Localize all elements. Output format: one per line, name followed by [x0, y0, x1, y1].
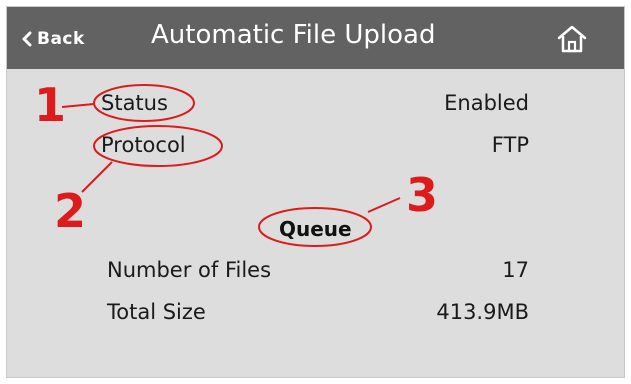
queue-heading: Queue: [279, 217, 352, 241]
callout-2-number: 2: [54, 184, 87, 238]
protocol-value: FTP: [491, 133, 529, 157]
home-icon[interactable]: [555, 23, 589, 55]
file-count-value: 17: [502, 258, 529, 282]
callout-1-number: 1: [34, 78, 67, 132]
page-title: Automatic File Upload: [151, 20, 436, 50]
total-size-value: 413.9MB: [436, 300, 529, 324]
protocol-label: Protocol: [101, 133, 186, 157]
back-label: Back: [37, 29, 85, 49]
total-size-label: Total Size: [107, 300, 206, 324]
chevron-left-icon: [22, 31, 32, 47]
status-value: Enabled: [444, 91, 529, 115]
file-count-label: Number of Files: [107, 258, 272, 282]
status-label: Status: [101, 91, 168, 115]
device-screen: Back Automatic File Upload Status Enable…: [6, 6, 625, 378]
callout-3-number: 3: [406, 168, 439, 222]
back-button[interactable]: Back: [21, 25, 85, 53]
header-bar: Back Automatic File Upload: [7, 7, 624, 69]
